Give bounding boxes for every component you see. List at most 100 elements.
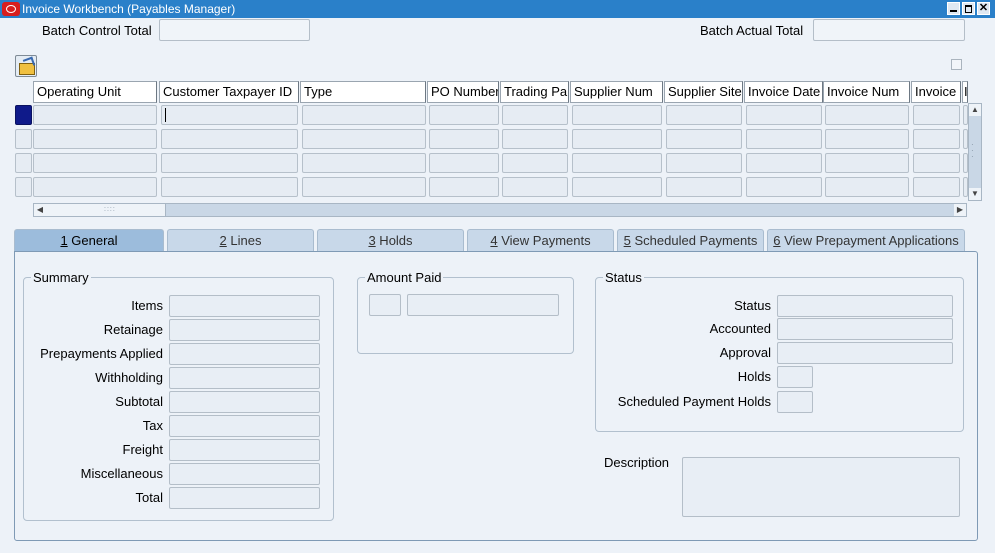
column-header-type[interactable]: Type — [300, 81, 426, 103]
grid-cell[interactable] — [913, 129, 960, 149]
column-header-customer-taxpayer-id[interactable]: Customer Taxpayer ID — [159, 81, 299, 103]
summary-freight-field[interactable] — [169, 439, 320, 461]
grid-cell[interactable] — [825, 105, 909, 125]
grid-cell[interactable] — [666, 153, 742, 173]
scroll-down-icon[interactable]: ▼ — [969, 188, 981, 200]
grid-cell[interactable] — [746, 129, 822, 149]
column-header-supplier-site[interactable]: Supplier Site — [664, 81, 743, 103]
column-header-supplier-num[interactable]: Supplier Num — [570, 81, 663, 103]
select-checkbox[interactable] — [951, 59, 962, 70]
column-header-po-number[interactable]: PO Number — [427, 81, 499, 103]
batch-actual-total-field[interactable] — [813, 19, 965, 41]
scroll-right-icon[interactable]: ▶ — [954, 204, 966, 216]
maximize-button[interactable] — [962, 2, 975, 15]
status-holds-label: Holds — [737, 369, 771, 384]
tab-view-prepayment-applications[interactable]: 6 View Prepayment Applications — [767, 229, 965, 252]
tab-holds[interactable]: 3 Holds — [317, 229, 464, 252]
grid-cell[interactable] — [746, 105, 822, 125]
row-indicator[interactable] — [15, 177, 32, 197]
scroll-up-icon[interactable]: ▲ — [969, 104, 981, 116]
oracle-logo-icon — [2, 2, 20, 16]
amount-paid-currency-field[interactable] — [369, 294, 401, 316]
column-header-invoice[interactable]: Invoice — [911, 81, 961, 103]
grid-cell[interactable] — [302, 153, 426, 173]
grid-cell[interactable] — [302, 177, 426, 197]
summary-tax-field[interactable] — [169, 415, 320, 437]
vertical-scrollbar[interactable]: ▲ · · · ▼ — [968, 103, 982, 201]
folder-icon[interactable] — [15, 55, 37, 77]
summary-prepayments-applied-field[interactable] — [169, 343, 320, 365]
grid-cell[interactable] — [161, 129, 298, 149]
tab-view-payments[interactable]: 4 View Payments — [467, 229, 614, 252]
grid-cell[interactable] — [746, 177, 822, 197]
grid-cell[interactable] — [572, 129, 662, 149]
grid-cell[interactable] — [33, 129, 157, 149]
grid-cell[interactable] — [502, 153, 568, 173]
tab-lines[interactable]: 2 Lines — [167, 229, 314, 252]
grid-cell[interactable] — [913, 177, 960, 197]
summary-retainage-label: Retainage — [103, 322, 163, 337]
grid-cell[interactable] — [572, 177, 662, 197]
scroll-left-icon[interactable]: ◀ — [34, 204, 46, 216]
grid-cell[interactable] — [666, 177, 742, 197]
grid-cell[interactable] — [825, 129, 909, 149]
column-header-invoice-num[interactable]: Invoice Num — [823, 81, 910, 103]
scroll-thumb[interactable]: :::: — [46, 204, 166, 216]
horizontal-scrollbar[interactable]: ◀ :::: ▶ — [33, 203, 967, 217]
tab-scheduled-payments[interactable]: 5 Scheduled Payments — [617, 229, 764, 252]
grid-cell[interactable] — [429, 177, 499, 197]
grid-cell[interactable] — [572, 153, 662, 173]
grid-cell[interactable] — [302, 105, 426, 125]
tab-general[interactable]: 1 General — [14, 229, 164, 252]
grid-cell[interactable] — [33, 153, 157, 173]
grid-cell[interactable] — [161, 177, 298, 197]
status-title: Status — [603, 270, 644, 286]
summary-miscellaneous-field[interactable] — [169, 463, 320, 485]
grid-cell[interactable] — [33, 177, 157, 197]
grid-cell[interactable] — [429, 153, 499, 173]
grid-cell[interactable] — [502, 105, 568, 125]
grid-cell[interactable] — [161, 153, 298, 173]
grid-cell[interactable] — [666, 105, 742, 125]
status-status-field[interactable] — [777, 295, 953, 317]
grid-cell[interactable] — [572, 105, 662, 125]
grid-cell[interactable] — [913, 153, 960, 173]
grid-cell[interactable] — [302, 129, 426, 149]
summary-retainage-field[interactable] — [169, 319, 320, 341]
grid-cell[interactable] — [666, 129, 742, 149]
close-button[interactable]: ✕ — [977, 2, 990, 15]
status-status-label: Status — [734, 298, 771, 313]
column-header-invoice-date[interactable]: Invoice Date — [744, 81, 823, 103]
grid-cell[interactable] — [429, 105, 499, 125]
minimize-button[interactable] — [947, 2, 960, 15]
grid-cell[interactable] — [33, 105, 157, 125]
row-indicator[interactable] — [15, 129, 32, 149]
grid-cell[interactable] — [825, 177, 909, 197]
status-holds-field[interactable] — [777, 366, 813, 388]
summary-total-field[interactable] — [169, 487, 320, 509]
batch-control-total-label: Batch Control Total — [42, 23, 152, 38]
status-scheduled-payment-holds-field[interactable] — [777, 391, 813, 413]
batch-control-total-field[interactable] — [159, 19, 310, 41]
grid-cell[interactable] — [825, 153, 909, 173]
amount-paid-field[interactable] — [407, 294, 559, 316]
row-indicator[interactable] — [15, 105, 32, 125]
description-field[interactable] — [682, 457, 960, 517]
summary-subtotal-field[interactable] — [169, 391, 320, 413]
column-header-trading-partner[interactable]: Trading Pa — [500, 81, 569, 103]
grid-cell[interactable] — [161, 105, 298, 125]
amount-paid-title: Amount Paid — [365, 270, 444, 286]
grid-cell[interactable] — [746, 153, 822, 173]
summary-withholding-field[interactable] — [169, 367, 320, 389]
column-header-operating-unit[interactable]: Operating Unit — [33, 81, 157, 103]
column-header-truncated[interactable]: I — [962, 81, 968, 103]
grid-cell[interactable] — [502, 177, 568, 197]
grid-cell[interactable] — [913, 105, 960, 125]
grid-cell[interactable] — [502, 129, 568, 149]
row-indicator[interactable] — [15, 153, 32, 173]
summary-items-field[interactable] — [169, 295, 320, 317]
status-approval-field[interactable] — [777, 342, 953, 364]
grid-cell[interactable] — [429, 129, 499, 149]
status-accounted-field[interactable] — [777, 318, 953, 340]
text-cursor — [165, 108, 166, 122]
